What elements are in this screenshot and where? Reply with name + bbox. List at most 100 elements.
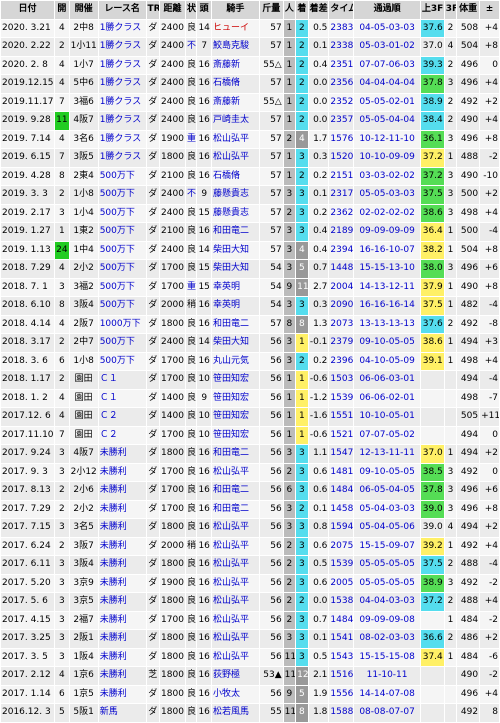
passing-order-link[interactable]: 11-10-11 bbox=[353, 666, 421, 686]
race-name-link[interactable]: 新馬 bbox=[97, 703, 147, 723]
passing-order-link[interactable]: 05-05-02-01 bbox=[353, 92, 421, 112]
race-name-link[interactable]: 1勝クラス bbox=[97, 74, 147, 94]
time-link[interactable]: 2151 bbox=[328, 166, 355, 186]
race-name-link[interactable]: 未勝利 bbox=[97, 647, 147, 667]
passing-order-link[interactable]: 05-03-01-02 bbox=[353, 37, 421, 57]
time-link[interactable]: 1588 bbox=[328, 703, 355, 723]
race-name-link[interactable]: 1勝クラス bbox=[97, 18, 147, 38]
time-link[interactable]: 2317 bbox=[328, 185, 355, 205]
passing-order-link[interactable]: 16-16-16-14 bbox=[353, 296, 421, 316]
time-link[interactable]: 1556 bbox=[328, 684, 355, 704]
race-name-link[interactable]: 500万下 bbox=[97, 333, 147, 353]
time-link[interactable]: 2338 bbox=[328, 37, 355, 57]
race-name-link[interactable]: 500万下 bbox=[97, 166, 147, 186]
time-link[interactable]: 1484 bbox=[328, 481, 355, 501]
passing-order-link[interactable]: 04-04-04-04 bbox=[353, 74, 421, 94]
passing-order-link[interactable]: 04-05-03-03 bbox=[353, 18, 421, 38]
race-name-link[interactable]: 1勝クラス bbox=[97, 129, 147, 149]
passing-order-link[interactable]: 09-09-09-09 bbox=[353, 222, 421, 242]
passing-order-link[interactable]: 14-14-07-08 bbox=[353, 684, 421, 704]
passing-order-link[interactable]: 05-04-03-03 bbox=[353, 499, 421, 519]
passing-order-link[interactable]: 05-05-05-05 bbox=[353, 555, 421, 575]
time-link[interactable]: 1539 bbox=[328, 388, 355, 408]
time-link[interactable]: 2357 bbox=[328, 111, 355, 131]
race-name-link[interactable]: 1勝クラス bbox=[97, 111, 147, 131]
race-name-link[interactable]: Ｃ１ bbox=[97, 388, 147, 408]
passing-order-link[interactable]: 08-02-03-03 bbox=[353, 629, 421, 649]
passing-order-link[interactable]: 10-12-11-10 bbox=[353, 129, 421, 149]
time-link[interactable]: 1539 bbox=[328, 555, 355, 575]
race-name-link[interactable]: 未勝利 bbox=[97, 610, 147, 630]
time-link[interactable]: 1481 bbox=[328, 462, 355, 482]
passing-order-link[interactable]: 15-15-15-08 bbox=[353, 647, 421, 667]
race-name-link[interactable]: 1000万下 bbox=[97, 314, 147, 334]
race-name-link[interactable]: Ｃ１ bbox=[97, 370, 147, 390]
time-link[interactable]: 1547 bbox=[328, 444, 355, 464]
time-link[interactable]: 1551 bbox=[328, 407, 355, 427]
race-name-link[interactable]: 500万下 bbox=[97, 240, 147, 260]
time-link[interactable]: 1458 bbox=[328, 499, 355, 519]
passing-order-link[interactable]: 14-13-12-11 bbox=[353, 277, 421, 297]
time-link[interactable]: 2075 bbox=[328, 536, 355, 556]
passing-order-link[interactable]: 04-10-05-09 bbox=[353, 351, 421, 371]
passing-order-link[interactable]: 12-13-11-11 bbox=[353, 444, 421, 464]
passing-order-link[interactable]: 05-05-05-05 bbox=[353, 573, 421, 593]
race-name-link[interactable]: 1勝クラス bbox=[97, 37, 147, 57]
time-link[interactable]: 2351 bbox=[328, 55, 355, 75]
race-name-link[interactable]: 500万下 bbox=[97, 277, 147, 297]
time-link[interactable]: 2005 bbox=[328, 573, 355, 593]
time-link[interactable]: 1521 bbox=[328, 425, 355, 445]
passing-order-link[interactable]: 09-10-05-05 bbox=[353, 462, 421, 482]
race-name-link[interactable]: 未勝利 bbox=[97, 684, 147, 704]
race-name-link[interactable]: 1勝クラス bbox=[97, 55, 147, 75]
passing-order-link[interactable]: 10-10-05-01 bbox=[353, 407, 421, 427]
passing-order-link[interactable]: 02-02-02-02 bbox=[353, 203, 421, 223]
time-link[interactable]: 1516 bbox=[328, 666, 355, 686]
time-link[interactable]: 2383 bbox=[328, 18, 355, 38]
passing-order-link[interactable]: 05-05-03-03 bbox=[353, 185, 421, 205]
time-link[interactable]: 2004 bbox=[328, 277, 355, 297]
race-name-link[interactable]: 未勝利 bbox=[97, 536, 147, 556]
passing-order-link[interactable]: 09-10-05-05 bbox=[353, 333, 421, 353]
race-name-link[interactable]: 未勝利 bbox=[97, 629, 147, 649]
race-name-link[interactable]: 500万下 bbox=[97, 351, 147, 371]
time-link[interactable]: 1520 bbox=[328, 148, 355, 168]
race-name-link[interactable]: 未勝利 bbox=[97, 555, 147, 575]
time-link[interactable]: 2352 bbox=[328, 92, 355, 112]
passing-order-link[interactable]: 06-06-02-01 bbox=[353, 388, 421, 408]
race-name-link[interactable]: Ｃ２ bbox=[97, 407, 147, 427]
time-link[interactable]: 1543 bbox=[328, 647, 355, 667]
race-name-link[interactable]: 未勝利 bbox=[97, 444, 147, 464]
race-name-link[interactable]: 500万下 bbox=[97, 296, 147, 316]
race-name-link[interactable]: 1勝クラス bbox=[97, 148, 147, 168]
time-link[interactable]: 1576 bbox=[328, 129, 355, 149]
passing-order-link[interactable]: 05-04-05-06 bbox=[353, 518, 421, 538]
race-name-link[interactable]: Ｃ２ bbox=[97, 425, 147, 445]
time-link[interactable]: 1448 bbox=[328, 259, 355, 279]
time-link[interactable]: 1594 bbox=[328, 518, 355, 538]
race-name-link[interactable]: 500万下 bbox=[97, 185, 147, 205]
time-link[interactable]: 2362 bbox=[328, 203, 355, 223]
passing-order-link[interactable]: 10-10-09-09 bbox=[353, 148, 421, 168]
time-link[interactable]: 2073 bbox=[328, 314, 355, 334]
time-link[interactable]: 2396 bbox=[328, 351, 355, 371]
passing-order-link[interactable]: 06-06-03-01 bbox=[353, 370, 421, 390]
race-name-link[interactable]: 1勝クラス bbox=[97, 92, 147, 112]
time-link[interactable]: 1503 bbox=[328, 370, 355, 390]
race-name-link[interactable]: 未勝利 bbox=[97, 499, 147, 519]
time-link[interactable]: 2189 bbox=[328, 222, 355, 242]
passing-order-link[interactable]: 03-03-02-02 bbox=[353, 166, 421, 186]
passing-order-link[interactable]: 13-13-13-13 bbox=[353, 314, 421, 334]
passing-order-link[interactable]: 08-08-07-07 bbox=[353, 703, 421, 723]
time-link[interactable]: 2356 bbox=[328, 74, 355, 94]
race-name-link[interactable]: 500万下 bbox=[97, 222, 147, 242]
race-name-link[interactable]: 未勝利 bbox=[97, 573, 147, 593]
passing-order-link[interactable]: 07-07-05-02 bbox=[353, 425, 421, 445]
passing-order-link[interactable]: 16-16-10-07 bbox=[353, 240, 421, 260]
race-name-link[interactable]: 未勝利 bbox=[97, 666, 147, 686]
race-name-link[interactable]: 500万下 bbox=[97, 203, 147, 223]
time-link[interactable]: 1484 bbox=[328, 610, 355, 630]
race-name-link[interactable]: 500万下 bbox=[97, 259, 147, 279]
race-name-link[interactable]: 未勝利 bbox=[97, 481, 147, 501]
race-name-link[interactable]: 未勝利 bbox=[97, 518, 147, 538]
